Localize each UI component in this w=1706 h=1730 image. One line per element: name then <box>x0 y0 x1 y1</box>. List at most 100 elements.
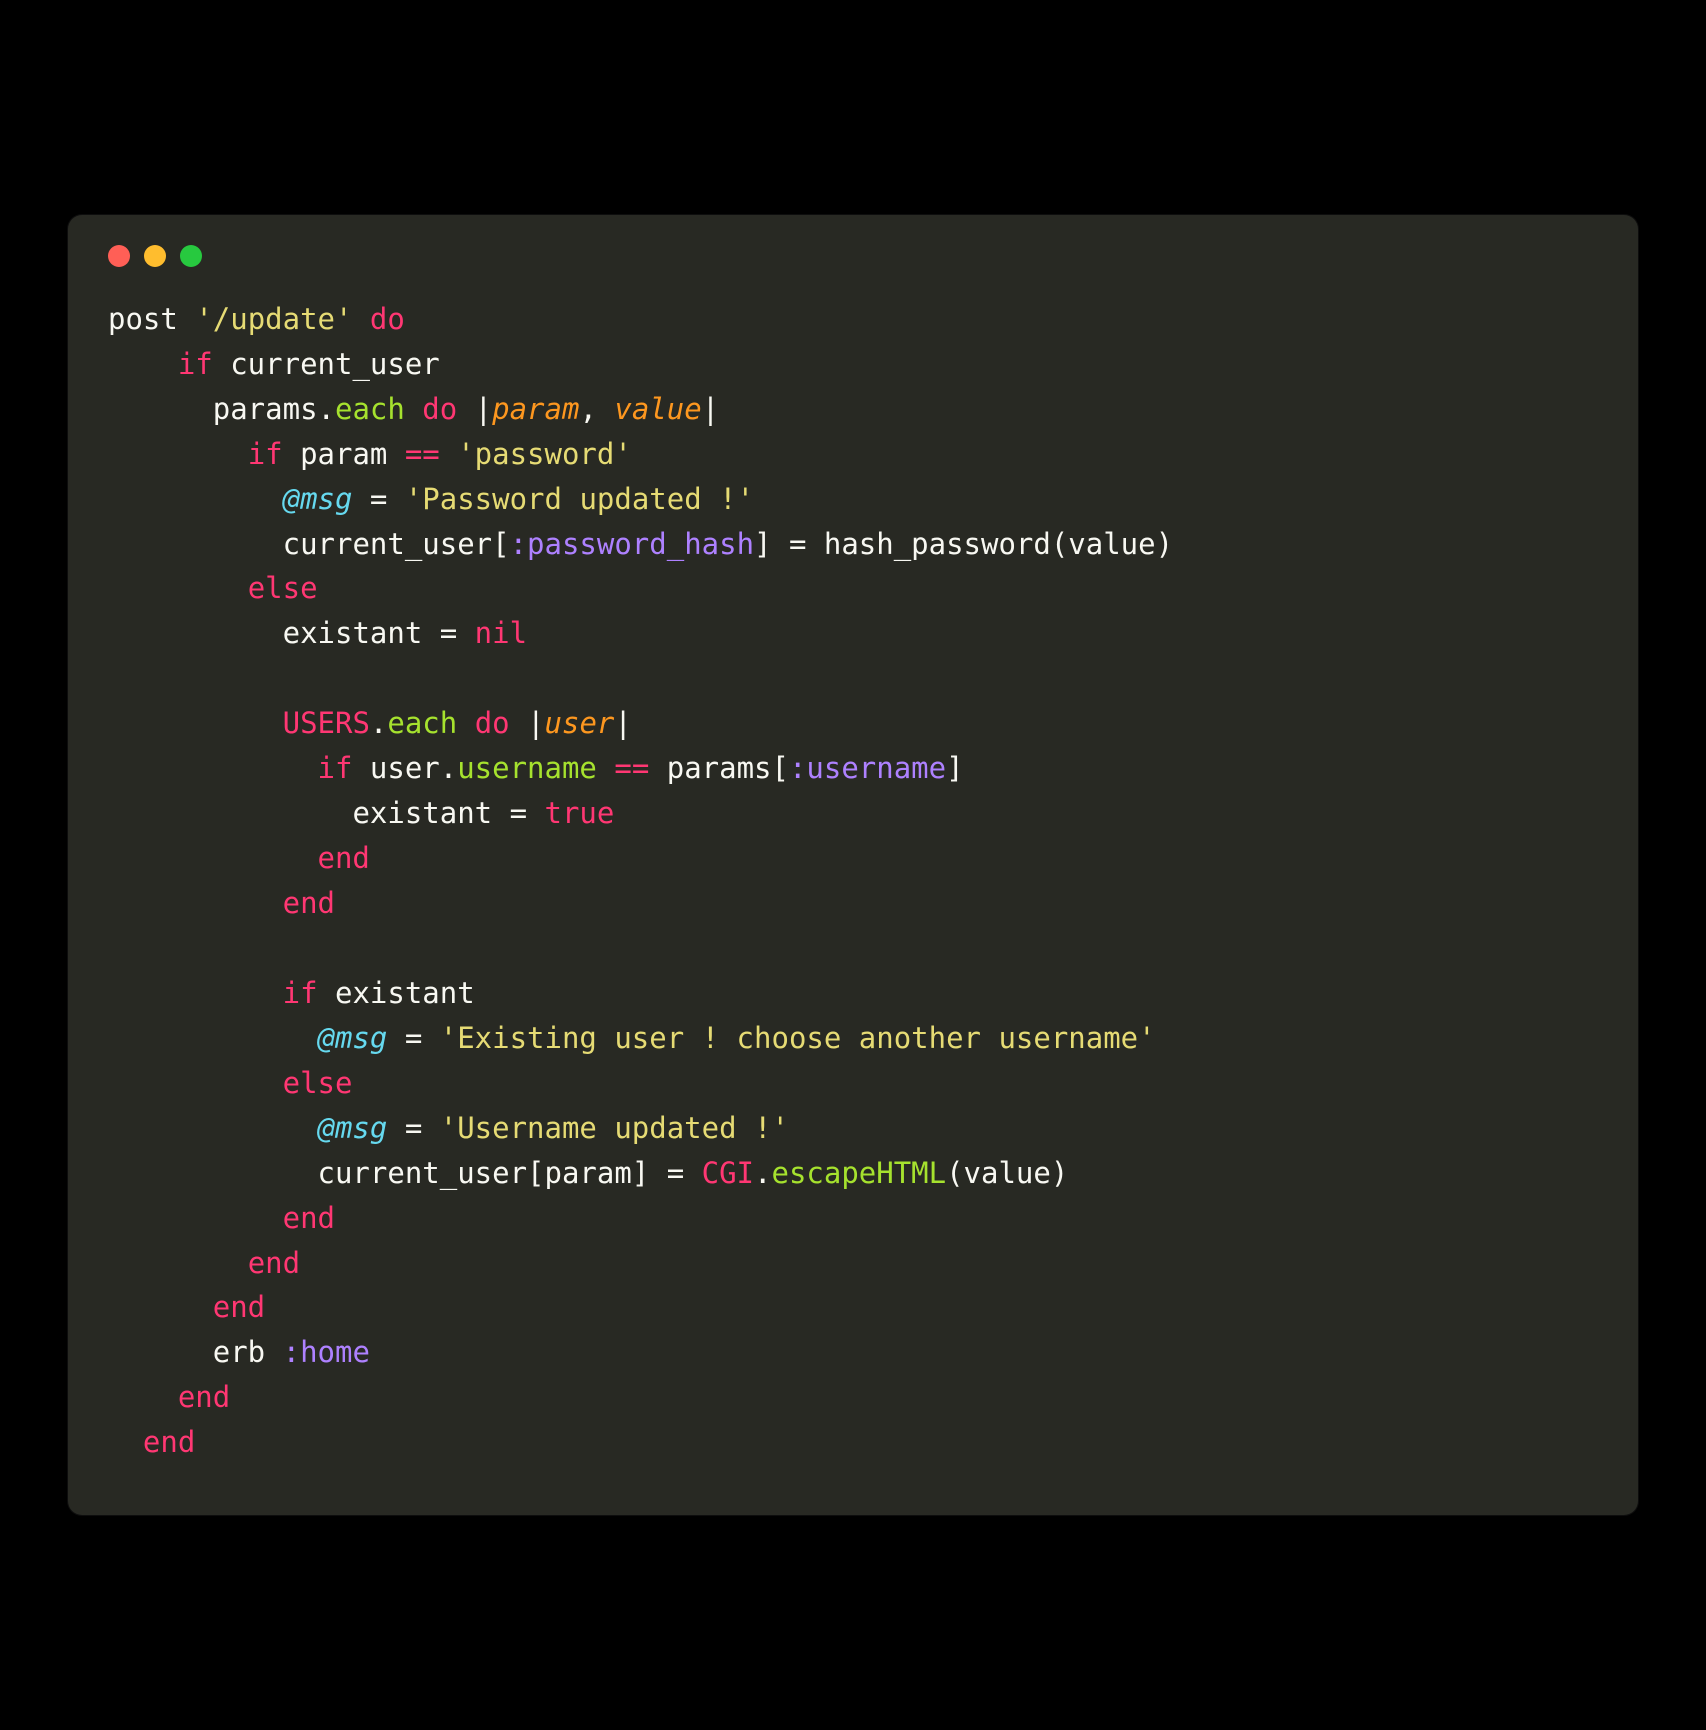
code-token: '/update' <box>195 302 352 336</box>
code-line: post '/update' do <box>108 297 1598 342</box>
code-token: = <box>352 482 404 516</box>
code-line: current_user[param] = CGI.escapeHTML(val… <box>108 1151 1598 1196</box>
code-line: end <box>108 836 1598 881</box>
code-token: do <box>475 706 510 740</box>
code-line <box>108 926 1598 971</box>
code-token: end <box>248 1246 300 1280</box>
code-token: nil <box>475 616 527 650</box>
close-icon[interactable] <box>108 245 130 267</box>
code-token: | <box>457 392 492 426</box>
code-token: end <box>213 1290 265 1324</box>
code-line: end <box>108 1196 1598 1241</box>
code-line: existant = nil <box>108 611 1598 656</box>
code-token: == <box>614 751 649 785</box>
code-token: do <box>422 392 457 426</box>
code-token: username <box>457 751 597 785</box>
code-token: value <box>614 392 701 426</box>
code-token <box>352 302 369 336</box>
code-token: . <box>370 706 387 740</box>
code-token: params. <box>213 392 335 426</box>
code-line: USERS.each do |user| <box>108 701 1598 746</box>
code-token: = <box>387 1111 439 1145</box>
code-token: . <box>754 1156 771 1190</box>
code-token: params[ <box>649 751 789 785</box>
code-token: | <box>510 706 545 740</box>
code-token: 'Password updated !' <box>405 482 754 516</box>
code-token <box>108 661 125 695</box>
code-token <box>405 392 422 426</box>
code-token <box>108 931 125 965</box>
code-line: @msg = 'Username updated !' <box>108 1106 1598 1151</box>
code-token: 'Username updated !' <box>440 1111 789 1145</box>
code-line: existant = true <box>108 791 1598 836</box>
code-token: @msg <box>318 1021 388 1055</box>
code-line: erb :home <box>108 1330 1598 1375</box>
code-token: | <box>614 706 631 740</box>
code-token: end <box>283 886 335 920</box>
code-line: @msg = 'Existing user ! choose another u… <box>108 1016 1598 1061</box>
code-token: param <box>492 392 579 426</box>
code-token: if <box>283 976 318 1010</box>
code-line: @msg = 'Password updated !' <box>108 477 1598 522</box>
code-token: existant <box>318 976 475 1010</box>
code-line: end <box>108 1420 1598 1465</box>
window-traffic-lights <box>108 245 1598 267</box>
code-token: true <box>545 796 615 830</box>
code-token: escapeHTML <box>771 1156 946 1190</box>
code-token: | <box>702 392 719 426</box>
code-token: @msg <box>283 482 353 516</box>
code-line: end <box>108 1375 1598 1420</box>
code-token: @msg <box>318 1111 388 1145</box>
code-token: else <box>248 571 318 605</box>
code-token: each <box>387 706 457 740</box>
code-token: USERS <box>283 706 370 740</box>
code-token: == <box>405 437 440 471</box>
code-line: if param == 'password' <box>108 432 1598 477</box>
code-line: end <box>108 1285 1598 1330</box>
code-token: if <box>178 347 213 381</box>
code-token: 'Existing user ! choose another username… <box>440 1021 1156 1055</box>
code-token: existant = <box>352 796 544 830</box>
code-line: params.each do |param, value| <box>108 387 1598 432</box>
code-token: (value) <box>946 1156 1068 1190</box>
code-line: if user.username == params[:username] <box>108 746 1598 791</box>
code-line: if current_user <box>108 342 1598 387</box>
code-token <box>597 751 614 785</box>
code-line: end <box>108 881 1598 926</box>
code-token <box>440 437 457 471</box>
code-token: current_user[ <box>283 527 510 561</box>
code-token: current_user[param] = <box>318 1156 702 1190</box>
code-token: end <box>178 1380 230 1414</box>
code-token: user. <box>352 751 457 785</box>
maximize-icon[interactable] <box>180 245 202 267</box>
code-token: do <box>370 302 405 336</box>
code-token: param <box>283 437 405 471</box>
code-token: post <box>108 302 195 336</box>
minimize-icon[interactable] <box>144 245 166 267</box>
code-block: post '/update' do if current_user params… <box>108 297 1598 1465</box>
code-token: = <box>387 1021 439 1055</box>
code-line <box>108 656 1598 701</box>
code-token: each <box>335 392 405 426</box>
code-token <box>457 706 474 740</box>
code-token: else <box>283 1066 353 1100</box>
code-token: user <box>545 706 615 740</box>
code-line: else <box>108 1061 1598 1106</box>
code-line: else <box>108 566 1598 611</box>
code-token: CGI <box>702 1156 754 1190</box>
code-token: end <box>318 841 370 875</box>
code-token: , <box>579 392 614 426</box>
code-line: end <box>108 1241 1598 1286</box>
code-token: erb <box>213 1335 283 1369</box>
code-token: :home <box>283 1335 370 1369</box>
code-line: if existant <box>108 971 1598 1016</box>
code-token: 'password' <box>457 437 632 471</box>
code-token: if <box>248 437 283 471</box>
code-window: post '/update' do if current_user params… <box>68 215 1638 1515</box>
code-token: end <box>283 1201 335 1235</box>
code-token: ] = hash_password(value) <box>754 527 1173 561</box>
code-token: existant = <box>283 616 475 650</box>
code-token: current_user <box>213 347 440 381</box>
code-token: if <box>318 751 353 785</box>
code-token: :password_hash <box>510 527 754 561</box>
